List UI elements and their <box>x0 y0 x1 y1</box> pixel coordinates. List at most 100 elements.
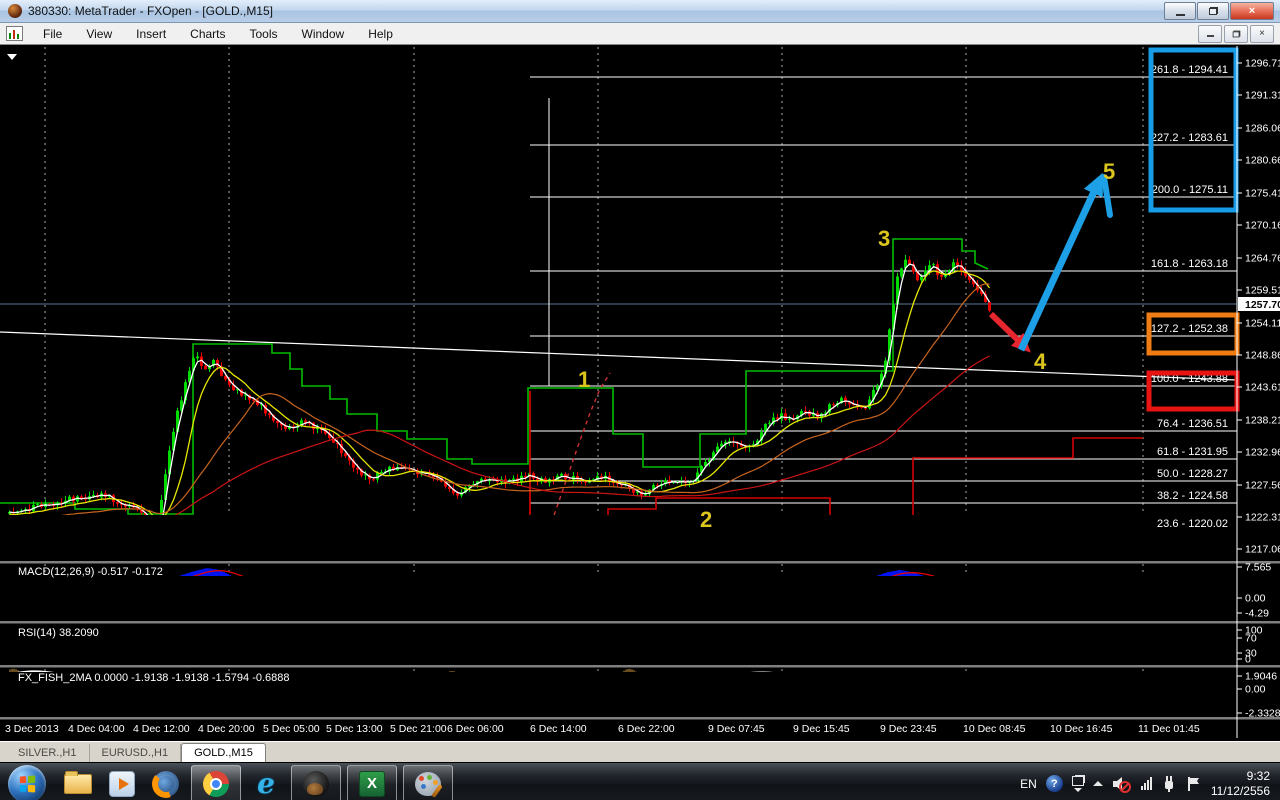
help-icon[interactable]: ? <box>1045 775 1063 792</box>
minimize-button[interactable] <box>1164 2 1196 20</box>
wave-number: 1 <box>578 367 590 392</box>
squirrel-app-icon[interactable] <box>291 764 341 800</box>
scale-tick: 0 <box>1245 654 1251 666</box>
time-axis-label: 5 Dec 13:00 <box>326 723 383 735</box>
scale-tick: 7.565 <box>1245 562 1271 574</box>
tray-overflow-icon[interactable] <box>1071 775 1084 792</box>
chart-window-icon <box>6 26 23 41</box>
show-hidden-icons-arrow[interactable] <box>1092 781 1103 786</box>
child-restore-button[interactable] <box>1224 24 1248 43</box>
scale-tick: 1217.06 <box>1245 544 1280 556</box>
fib-label: 61.8 - 1231.95 <box>1157 446 1228 458</box>
scale-tick: -4.29 <box>1245 608 1269 620</box>
scale-tick: 0.00 <box>1245 684 1266 696</box>
window-title: 380330: MetaTrader - FXOpen - [GOLD.,M15… <box>28 4 273 18</box>
scale-tick: -2.3328 <box>1245 708 1280 720</box>
main-pane <box>0 47 1237 515</box>
scale-tick: 1243.61 <box>1245 382 1280 394</box>
menu-file[interactable]: File <box>31 24 74 44</box>
time-axis-label: 10 Dec 16:45 <box>1050 723 1113 735</box>
scale-tick: 1286.06 <box>1245 123 1280 135</box>
minimize-icon <box>1175 13 1185 16</box>
menu-view[interactable]: View <box>74 24 124 44</box>
close-button[interactable]: × <box>1230 2 1274 20</box>
menu-insert[interactable]: Insert <box>124 24 178 44</box>
wave-number: 3 <box>878 226 890 251</box>
chrome-icon[interactable] <box>191 764 241 800</box>
scale-tick: 1238.21 <box>1245 415 1280 427</box>
explorer-icon[interactable] <box>61 767 95 800</box>
fib-label: 200.0 - 1275.11 <box>1152 184 1228 196</box>
time-axis-label: 3 Dec 2013 <box>5 723 59 735</box>
fib-label: 38.2 - 1224.58 <box>1157 490 1228 502</box>
tab-eurusd-h1[interactable]: EURUSD.,H1 <box>90 744 182 762</box>
menubar: File View Insert Charts Tools Window Hel… <box>0 23 1280 45</box>
volume-muted-icon[interactable] <box>1112 775 1132 793</box>
scale-tick: 1275.41 <box>1245 188 1280 200</box>
rsi-label: RSI(14) 38.2090 <box>18 627 99 639</box>
scale-tick: 1264.76 <box>1245 253 1280 265</box>
scale-tick: 1227.56 <box>1245 480 1280 492</box>
child-minimize-button[interactable] <box>1198 24 1222 43</box>
rsi-pane <box>0 625 1237 664</box>
symbol-marker <box>7 54 17 60</box>
fib-label: 50.0 - 1228.27 <box>1157 468 1228 480</box>
time-axis-label: 9 Dec 23:45 <box>880 723 937 735</box>
scale-tick: 1232.96 <box>1245 447 1280 459</box>
time-axis-label: 6 Dec 22:00 <box>618 723 675 735</box>
child-restore-icon <box>1232 30 1240 37</box>
wave-number: 2 <box>700 507 712 532</box>
time-axis-label: 11 Dec 01:45 <box>1138 723 1200 735</box>
time-axis-label: 4 Dec 20:00 <box>198 723 255 735</box>
tab-gold-m15[interactable]: GOLD.,M15 <box>181 743 266 762</box>
power-plug-icon[interactable] <box>1161 775 1177 793</box>
price-chart[interactable]: 261.8 - 1294.41 227.2 - 1283.61 200.0 - 12… <box>0 45 1280 741</box>
scale-tick: 1222.31 <box>1245 512 1280 524</box>
time-axis-label: 6 Dec 06:00 <box>447 723 504 735</box>
media-player-icon[interactable] <box>105 767 139 800</box>
wave-number: 5 <box>1103 159 1115 184</box>
titlebar[interactable]: 380330: MetaTrader - FXOpen - [GOLD.,M15… <box>0 0 1280 23</box>
tab-silver-h1[interactable]: SILVER.,H1 <box>6 744 90 762</box>
time-axis-label: 10 Dec 08:45 <box>963 723 1026 735</box>
time-axis-label: 5 Dec 05:00 <box>263 723 320 735</box>
time-axis-label: 6 Dec 14:00 <box>530 723 587 735</box>
restore-icon <box>1208 7 1218 15</box>
network-signal-icon[interactable] <box>1140 777 1152 790</box>
metatrader-window: 380330: MetaTrader - FXOpen - [GOLD.,M15… <box>0 0 1280 800</box>
fib-label: 23.6 - 1220.02 <box>1157 518 1228 530</box>
macd-label: MACD(12,26,9) -0.517 -0.172 <box>18 566 163 578</box>
time-axis-label: 4 Dec 12:00 <box>133 723 190 735</box>
excel-icon[interactable]: X <box>347 764 397 800</box>
menu-window[interactable]: Window <box>290 24 357 44</box>
restore-button[interactable] <box>1197 2 1229 20</box>
menu-help[interactable]: Help <box>356 24 405 44</box>
scale-tick: 1280.66 <box>1245 155 1280 167</box>
scale-tick: 0.00 <box>1245 593 1266 605</box>
scale-tick: 1.9046 <box>1245 671 1277 683</box>
system-tray: EN ? 9:32 11/12/2556 <box>1020 769 1280 799</box>
up-arrow <box>1017 172 1103 352</box>
menu-tools[interactable]: Tools <box>238 24 290 44</box>
fib-label: 127.2 - 1252.38 <box>1151 323 1228 335</box>
wave-number: 4 <box>1034 349 1047 374</box>
fib-label: 227.2 - 1283.61 <box>1151 132 1228 144</box>
clock[interactable]: 9:32 11/12/2556 <box>1211 769 1270 799</box>
start-button[interactable] <box>8 764 46 800</box>
paint-icon[interactable] <box>403 764 453 800</box>
language-indicator[interactable]: EN <box>1020 777 1037 791</box>
fib-label: 76.4 - 1236.51 <box>1157 418 1228 430</box>
fish-label: FX_FISH_2MA 0.0000 -1.9138 -1.9138 -1.57… <box>18 672 290 684</box>
child-close-button[interactable]: × <box>1250 24 1274 43</box>
firefox-icon[interactable] <box>149 767 183 800</box>
internet-explorer-icon[interactable]: e <box>249 767 283 800</box>
menu-charts[interactable]: Charts <box>178 24 237 44</box>
time-axis-label: 9 Dec 15:45 <box>793 723 850 735</box>
scale-tick: 70 <box>1245 633 1257 645</box>
chart-area[interactable]: 261.8 - 1294.41 227.2 - 1283.61 200.0 - 12… <box>0 45 1280 741</box>
tray-date: 11/12/2556 <box>1210 783 1270 798</box>
action-center-flag-icon[interactable] <box>1186 775 1202 793</box>
time-axis-label: 4 Dec 04:00 <box>68 723 125 735</box>
scale-tick: 1291.31 <box>1245 90 1280 102</box>
scale-tick: 1296.71 <box>1245 58 1280 70</box>
